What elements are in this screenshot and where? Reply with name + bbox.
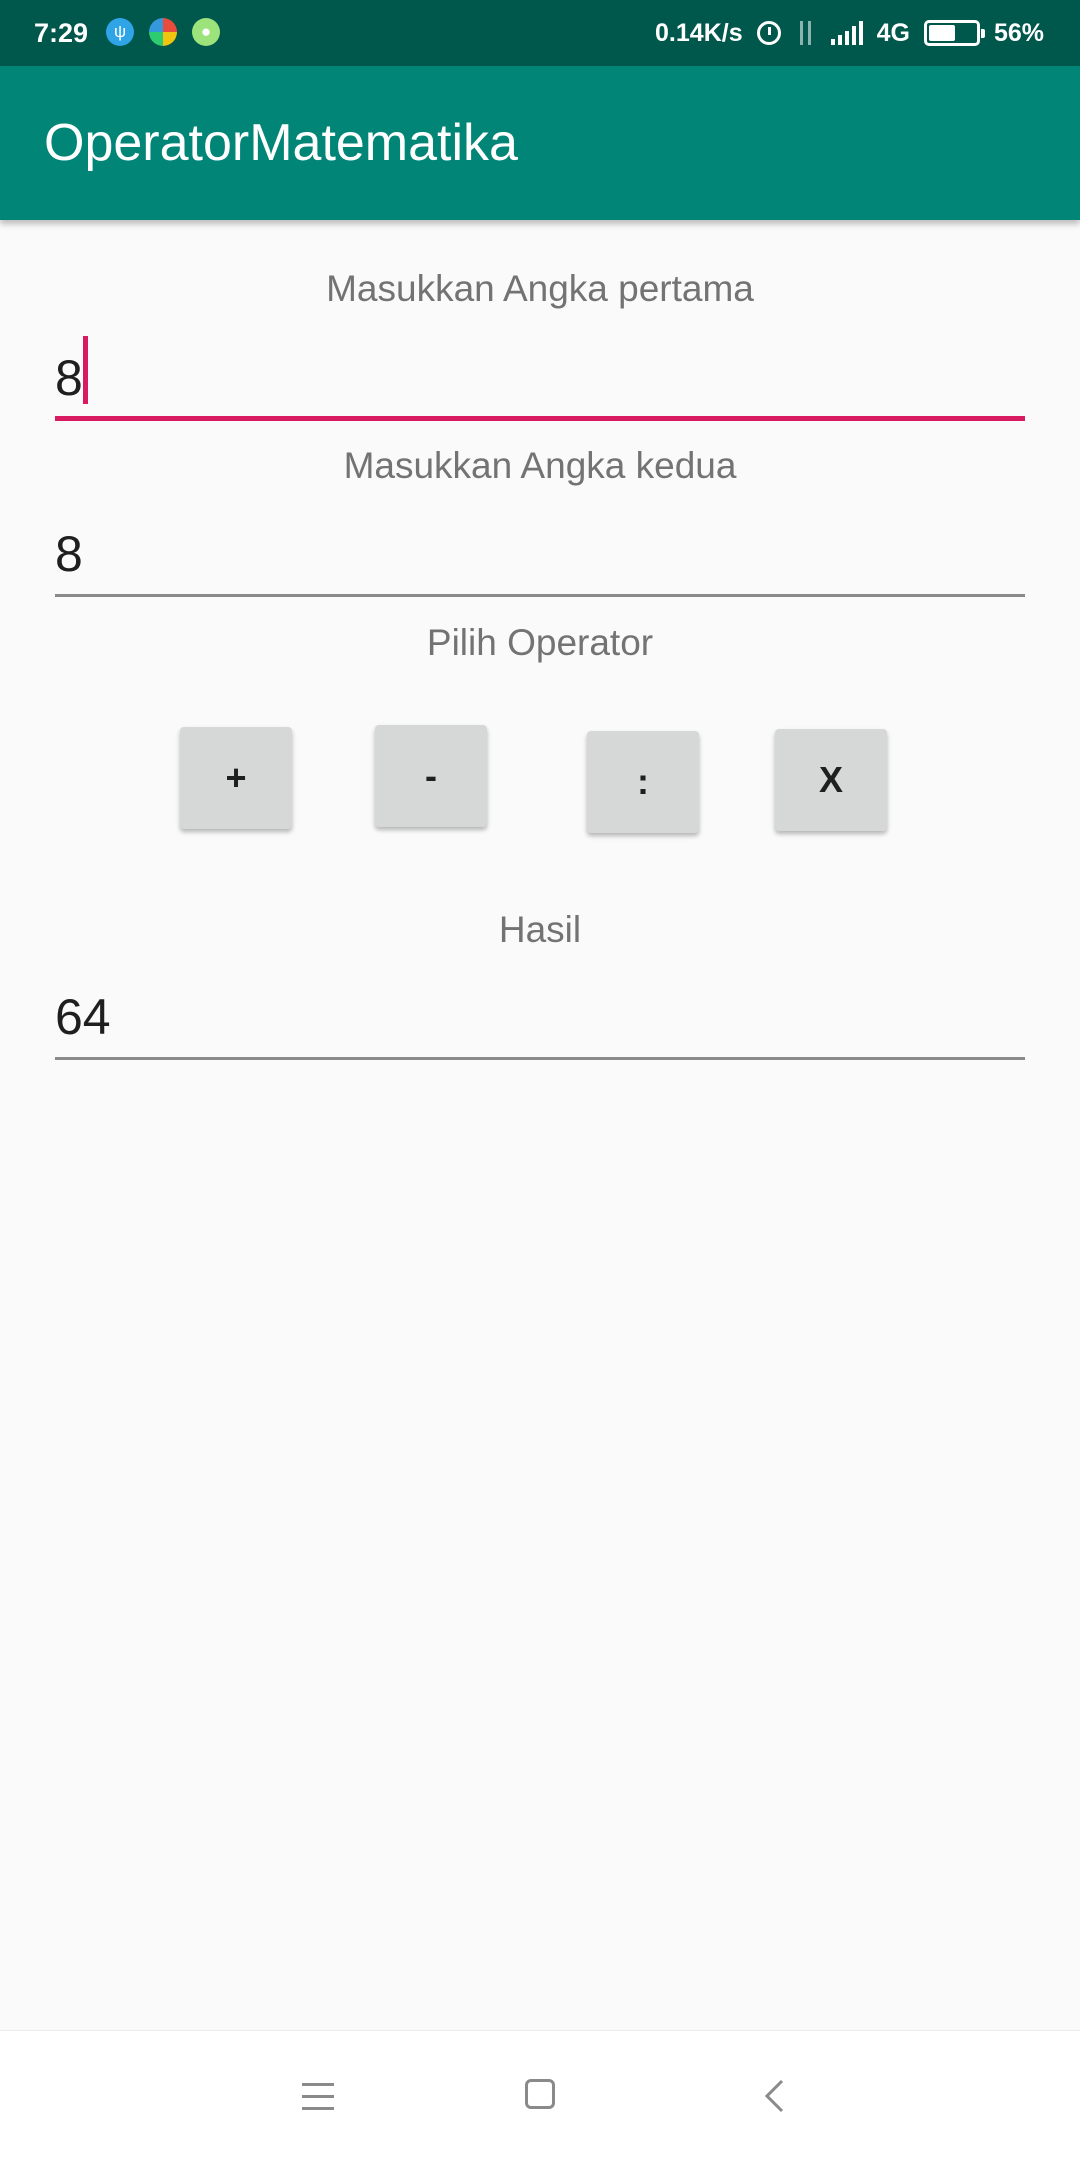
signal-icon <box>830 21 863 45</box>
usb-debug-icon: ψ <box>106 18 134 46</box>
add-button[interactable]: + <box>180 727 292 829</box>
data-transfer-icon <box>795 19 817 47</box>
multiply-button[interactable]: X <box>775 729 887 831</box>
navigation-bar <box>0 2030 1080 2161</box>
first-number-value: 8 <box>55 350 83 406</box>
network-type: 4G <box>876 18 910 47</box>
home-icon[interactable] <box>525 2079 555 2109</box>
first-number-underline <box>55 416 1025 421</box>
second-number-label: Masukkan Angka kedua <box>343 445 737 486</box>
pinwheel-app-icon <box>149 18 177 46</box>
app-bar: OperatorMatematika <box>0 66 1080 220</box>
divide-button[interactable]: : <box>587 731 699 833</box>
first-number-field[interactable]: 8 <box>55 336 1025 421</box>
status-time: 7:29 <box>34 18 89 48</box>
second-number-field[interactable]: 8 <box>55 520 1025 597</box>
app-title: OperatorMatematika <box>44 114 518 172</box>
result-field[interactable]: 64 <box>55 985 1025 1060</box>
subtract-button[interactable]: - <box>375 725 487 827</box>
menu-icon[interactable] <box>302 2083 334 2111</box>
text-cursor <box>83 336 88 404</box>
status-indicators: 0.14K/s 4G 56% <box>655 0 1044 66</box>
result-underline <box>55 1057 1025 1060</box>
second-number-underline <box>55 594 1025 597</box>
network-speed: 0.14K/s <box>655 18 743 47</box>
android-icon: ● <box>192 18 220 46</box>
result-label: Hasil <box>498 909 582 950</box>
battery-icon <box>923 20 985 46</box>
back-icon[interactable] <box>762 2079 786 2113</box>
status-bar: 7:29 ψ ● 0.14K/s 4G 56% <box>0 0 1080 66</box>
second-number-value: 8 <box>55 526 83 582</box>
first-number-label: Masukkan Angka pertama <box>326 268 754 309</box>
battery-fill <box>928 25 955 41</box>
battery-percent: 56% <box>993 18 1044 47</box>
alarm-icon <box>756 21 781 45</box>
operator-label: Pilih Operator <box>426 622 654 663</box>
result-value: 64 <box>55 989 111 1045</box>
